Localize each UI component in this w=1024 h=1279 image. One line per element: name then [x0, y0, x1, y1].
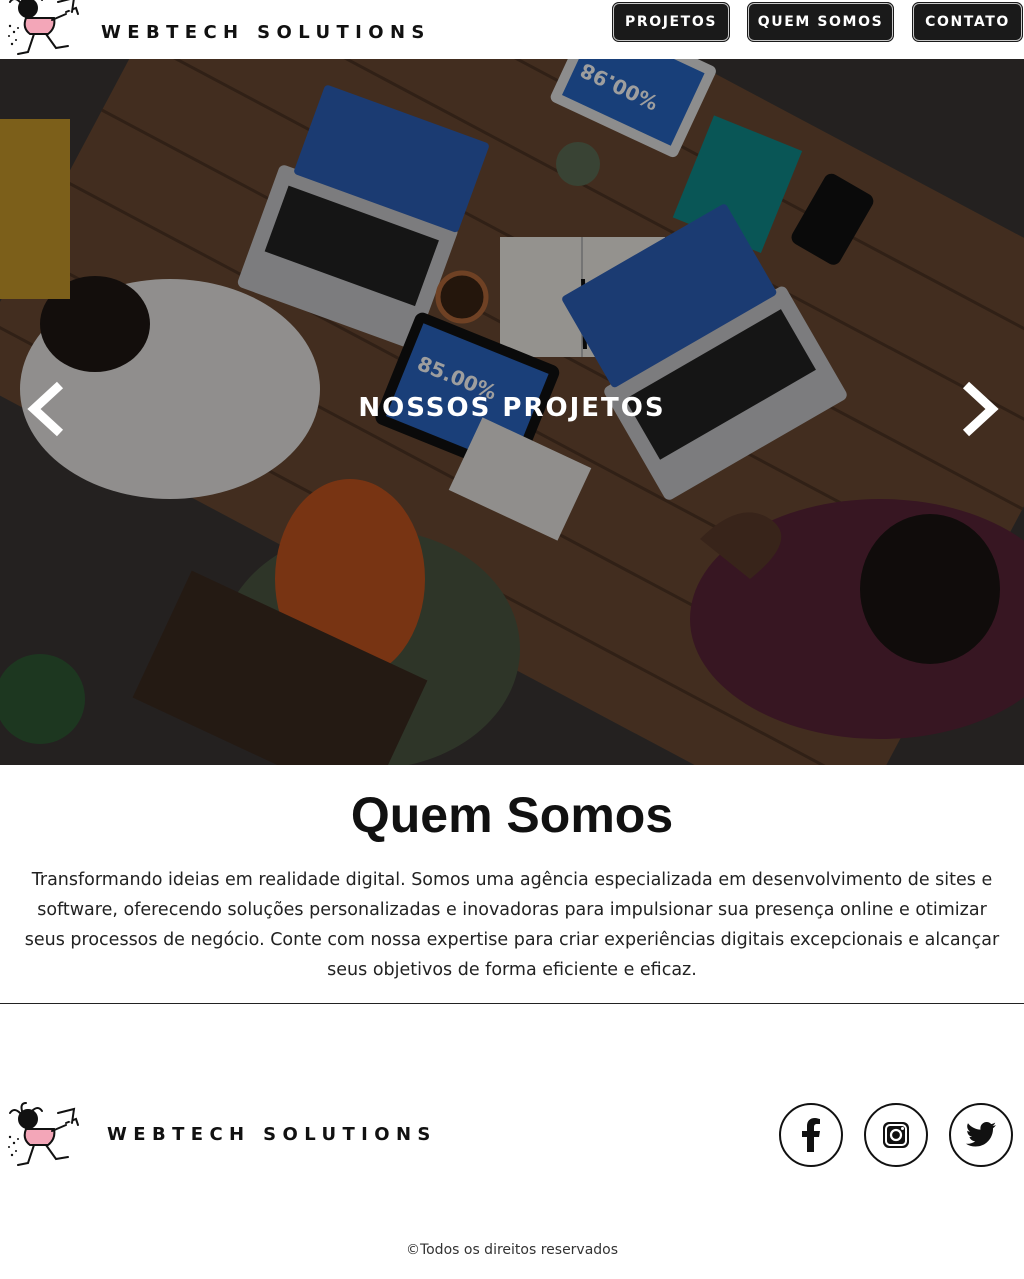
running-character-logo-icon	[8, 1102, 79, 1166]
running-character-logo-icon	[8, 0, 79, 55]
nav-projetos-button[interactable]: PROJETOS	[612, 2, 730, 42]
about-title: Quem Somos	[350, 787, 674, 843]
facebook-link[interactable]	[779, 1103, 843, 1167]
instagram-icon	[883, 1122, 909, 1148]
facebook-icon	[802, 1118, 820, 1152]
site-header: WEBTECH SOLUTIONS PROJETOS QUEM SOMOS CO…	[0, 0, 1024, 59]
instagram-link[interactable]	[864, 1103, 928, 1167]
footer-brand-name: WEBTECH SOLUTIONS	[107, 1124, 437, 1145]
carousel-next-button[interactable]	[958, 381, 1002, 437]
twitter-link[interactable]	[949, 1103, 1013, 1167]
nav-quem-somos-button[interactable]: QUEM SOMOS	[747, 2, 894, 42]
hero-title: NOSSOS PROJETOS	[358, 393, 666, 423]
twitter-icon	[966, 1122, 996, 1147]
hero-carousel: %00.98 85.00% NOSSOS PROJETOS	[0, 59, 1024, 765]
brand-name[interactable]: WEBTECH SOLUTIONS	[101, 22, 431, 43]
footer-brand[interactable]: WEBTECH SOLUTIONS	[6, 1099, 430, 1169]
about-text: Transformando ideias em realidade digita…	[24, 870, 1000, 980]
header-brand[interactable]	[6, 0, 98, 58]
copyright-text: ©Todos os direitos reservados	[405, 1242, 619, 1258]
nav-contato-button[interactable]: CONTATO	[912, 2, 1023, 42]
section-divider	[0, 1003, 1024, 1004]
chevron-right-icon	[962, 381, 999, 437]
